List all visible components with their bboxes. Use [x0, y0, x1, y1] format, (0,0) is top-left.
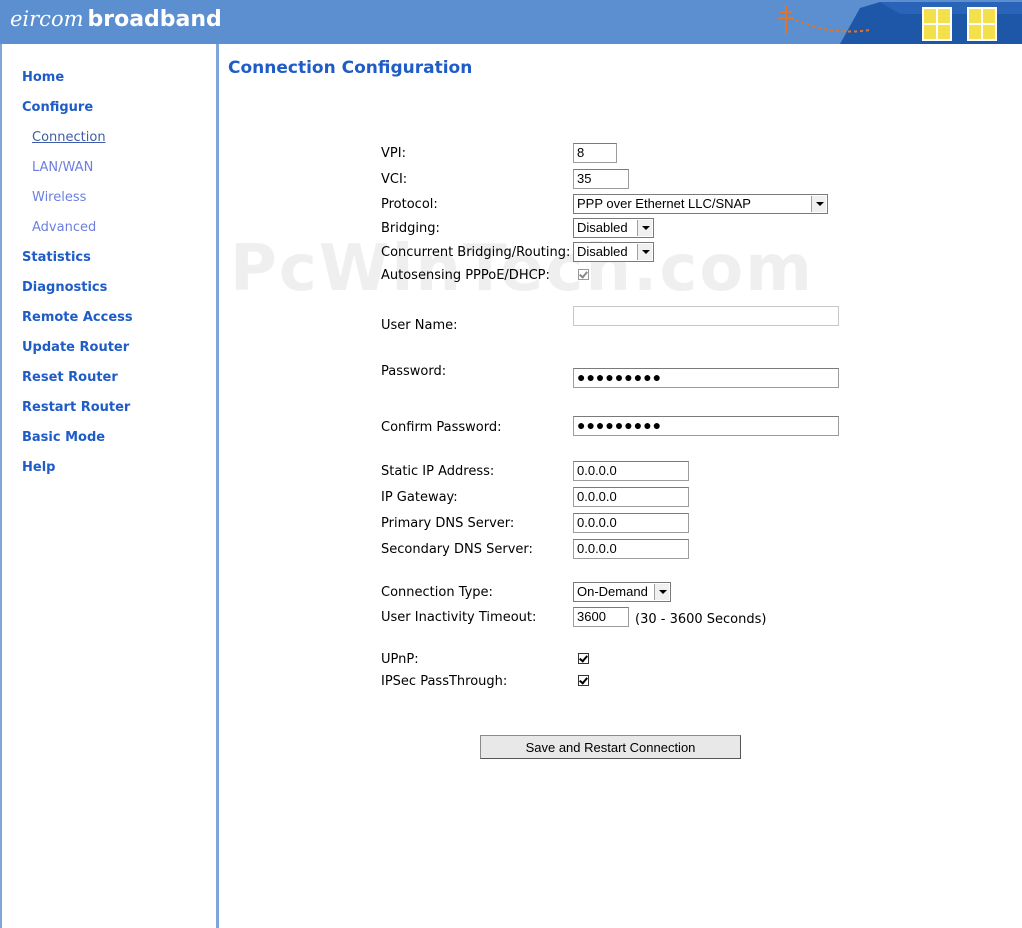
house-graphic-icon	[778, 2, 1022, 44]
autosensing-label: Autosensing PPPoE/DHCP:	[381, 268, 550, 283]
connection-type-label: Connection Type:	[381, 585, 493, 600]
concurrent-value: Disabled	[577, 244, 628, 259]
confirm-password-input[interactable]: ●●●●●●●●●	[573, 416, 839, 436]
header-bar: eircom broadband	[0, 0, 1022, 44]
sidebar-item-lan-wan[interactable]: LAN/WAN	[32, 160, 93, 175]
concurrent-select[interactable]: Disabled	[573, 242, 654, 262]
password-label: Password:	[381, 364, 447, 379]
vci-input[interactable]: 35	[573, 169, 629, 189]
connection-type-value: On-Demand	[577, 584, 648, 599]
sidebar-item-help[interactable]: Help	[22, 460, 55, 475]
sidebar	[0, 44, 216, 928]
brand-logo: eircom broadband	[10, 7, 222, 32]
brand-bold-text: broadband	[87, 7, 222, 32]
chevron-down-icon	[637, 220, 652, 236]
chevron-down-icon	[654, 584, 669, 600]
static-ip-input[interactable]: 0.0.0.0	[573, 461, 689, 481]
sidebar-item-configure[interactable]: Configure	[22, 100, 93, 115]
concurrent-label: Concurrent Bridging/Routing:	[381, 245, 571, 260]
confirm-password-label: Confirm Password:	[381, 420, 502, 435]
inactivity-label: User Inactivity Timeout:	[381, 610, 537, 625]
password-input[interactable]: ●●●●●●●●●	[573, 368, 839, 388]
username-input[interactable]	[573, 306, 839, 326]
bridging-select[interactable]: Disabled	[573, 218, 654, 238]
bridging-label: Bridging:	[381, 221, 440, 236]
upnp-label: UPnP:	[381, 652, 419, 667]
inactivity-hint: (30 - 3600 Seconds)	[635, 612, 767, 627]
vpi-input[interactable]: 8	[573, 143, 617, 163]
ipsec-label: IPSec PassThrough:	[381, 674, 508, 689]
chevron-down-icon	[637, 244, 652, 260]
upnp-checkbox[interactable]	[578, 653, 589, 664]
static-ip-label: Static IP Address:	[381, 464, 495, 479]
inactivity-input[interactable]: 3600	[573, 607, 629, 627]
chevron-down-icon	[811, 196, 826, 212]
gateway-label: IP Gateway:	[381, 490, 458, 505]
sidebar-item-remote-access[interactable]: Remote Access	[22, 310, 133, 325]
brand-light-text: eircom	[10, 7, 84, 31]
bridging-value: Disabled	[577, 220, 628, 235]
page-title: Connection Configuration	[228, 58, 473, 78]
protocol-value: PPP over Ethernet LLC/SNAP	[577, 196, 751, 211]
sidebar-item-wireless[interactable]: Wireless	[32, 190, 86, 205]
protocol-label: Protocol:	[381, 197, 438, 212]
primary-dns-input[interactable]: 0.0.0.0	[573, 513, 689, 533]
gateway-input[interactable]: 0.0.0.0	[573, 487, 689, 507]
sidebar-item-reset-router[interactable]: Reset Router	[22, 370, 118, 385]
autosensing-checkbox[interactable]	[578, 269, 589, 280]
sidebar-item-update-router[interactable]: Update Router	[22, 340, 129, 355]
protocol-select[interactable]: PPP over Ethernet LLC/SNAP	[573, 194, 828, 214]
vpi-label: VPI:	[381, 146, 406, 161]
secondary-dns-input[interactable]: 0.0.0.0	[573, 539, 689, 559]
secondary-dns-label: Secondary DNS Server:	[381, 542, 533, 557]
save-restart-button[interactable]: Save and Restart Connection	[480, 735, 741, 759]
username-label: User Name:	[381, 318, 458, 333]
sidebar-item-home[interactable]: Home	[22, 70, 64, 85]
sidebar-item-advanced[interactable]: Advanced	[32, 220, 96, 235]
connection-type-select[interactable]: On-Demand	[573, 582, 671, 602]
sidebar-item-restart-router[interactable]: Restart Router	[22, 400, 130, 415]
sidebar-item-diagnostics[interactable]: Diagnostics	[22, 280, 107, 295]
ipsec-checkbox[interactable]	[578, 675, 589, 686]
primary-dns-label: Primary DNS Server:	[381, 516, 515, 531]
sidebar-item-statistics[interactable]: Statistics	[22, 250, 91, 265]
sidebar-item-connection[interactable]: Connection	[32, 130, 106, 145]
sidebar-divider	[216, 44, 219, 928]
sidebar-item-basic-mode[interactable]: Basic Mode	[22, 430, 105, 445]
vci-label: VCI:	[381, 172, 408, 187]
